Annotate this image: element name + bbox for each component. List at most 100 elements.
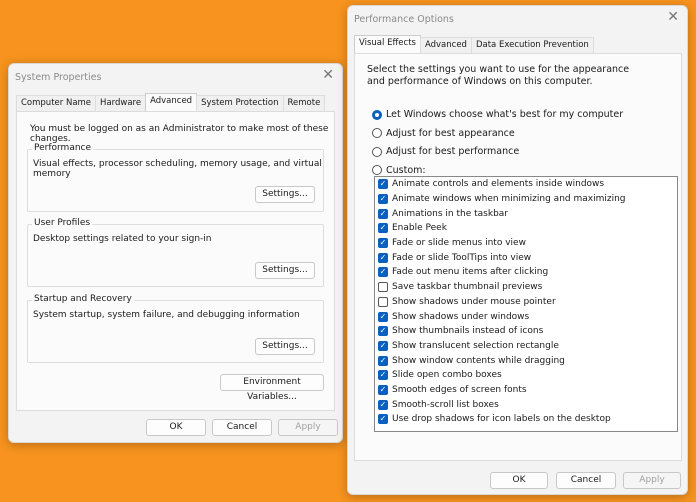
system-properties-window: System Properties ✕ Computer Name Hardwar… xyxy=(8,63,343,443)
checkbox-icon[interactable]: ✓ xyxy=(378,414,388,425)
checkbox-item[interactable]: ✓ Smooth edges of screen fonts xyxy=(375,383,677,398)
apply-button[interactable]: Apply xyxy=(278,419,338,436)
radio-option[interactable]: Let Windows choose what's best for my co… xyxy=(372,109,623,120)
radio-label: Let Windows choose what's best for my co… xyxy=(386,109,624,120)
checkbox-item[interactable]: ✓ Fade or slide menus into view xyxy=(375,236,677,251)
checkbox-item[interactable]: ✓ Animations in the taskbar xyxy=(375,206,677,221)
startup-settings-button[interactable]: Settings... xyxy=(255,338,315,355)
checkbox-label: Show thumbnails instead of icons xyxy=(392,326,544,337)
tab-panel: Select the settings you want to use for … xyxy=(354,53,682,461)
checkbox-item[interactable]: Show shadows under mouse pointer xyxy=(375,295,677,310)
radio-label: Adjust for best performance xyxy=(386,146,520,157)
group-text: Desktop settings related to your sign-in xyxy=(33,234,212,244)
checkbox-icon[interactable]: ✓ xyxy=(378,194,388,205)
environment-variables-button[interactable]: Environment Variables... xyxy=(220,374,324,402)
checkbox-label: Use drop shadows for icon labels on the … xyxy=(392,414,611,425)
checkbox-label: Show shadows under mouse pointer xyxy=(392,296,556,307)
description: Select the settings you want to use for … xyxy=(367,64,630,87)
checkbox-label: Fade or slide ToolTips into view xyxy=(392,252,532,263)
group-text: System startup, system failure, and debu… xyxy=(33,310,300,320)
checkbox-item[interactable]: ✓ Animate windows when minimizing and max… xyxy=(375,192,677,207)
tab-computer-name[interactable]: Computer Name xyxy=(16,95,97,111)
checkbox-item[interactable]: ✓ Enable Peek xyxy=(375,221,677,236)
ok-button[interactable]: OK xyxy=(146,419,206,436)
performance-options-window: Performance Options ✕ Visual Effects Adva… xyxy=(347,5,688,495)
checkbox-icon[interactable]: ✓ xyxy=(378,326,388,337)
checkbox-label: Smooth edges of screen fonts xyxy=(392,384,527,395)
close-icon[interactable]: ✕ xyxy=(667,9,679,25)
cancel-button[interactable]: Cancel xyxy=(556,472,616,489)
radio-button-icon[interactable] xyxy=(372,165,382,175)
checkbox-item[interactable]: ✓ Use drop shadows for icon labels on the… xyxy=(375,412,677,427)
tab-bar: Visual Effects Advanced Data Execution Pre… xyxy=(354,35,594,53)
checkbox-icon[interactable]: ✓ xyxy=(378,179,388,190)
checkbox-label: Animate windows when minimizing and maxi… xyxy=(392,194,626,205)
tab-advanced[interactable]: Advanced xyxy=(145,93,198,111)
checkbox-item[interactable]: ✓ Show thumbnails instead of icons xyxy=(375,324,677,339)
tab-visual-effects[interactable]: Visual Effects xyxy=(354,35,421,53)
tab-hardware[interactable]: Hardware xyxy=(95,95,147,111)
cancel-button[interactable]: Cancel xyxy=(212,419,272,436)
checkbox-item[interactable]: ✓ Show shadows under windows xyxy=(375,309,677,324)
performance-group: Performance Visual effects, processor sc… xyxy=(27,143,324,212)
checkbox-label: Show translucent selection rectangle xyxy=(392,340,559,351)
checkbox-icon[interactable]: ✓ xyxy=(378,208,388,219)
window-title: Performance Options xyxy=(354,14,454,25)
checkbox-label: Animate controls and elements inside win… xyxy=(392,179,605,190)
checkbox-icon[interactable]: ✓ xyxy=(378,384,388,395)
checkbox-icon[interactable]: ✓ xyxy=(378,252,388,263)
checkbox-label: Show shadows under windows xyxy=(392,311,530,322)
user-profiles-settings-button[interactable]: Settings... xyxy=(255,262,315,279)
checkbox-label: Slide open combo boxes xyxy=(392,370,502,381)
window-title: System Properties xyxy=(15,72,102,83)
tab-remote[interactable]: Remote xyxy=(282,95,326,111)
close-icon[interactable]: ✕ xyxy=(322,67,334,83)
checkbox-item[interactable]: ✓ Slide open combo boxes xyxy=(375,368,677,383)
checkbox-icon[interactable]: ✓ xyxy=(378,267,388,278)
radio-button-icon[interactable] xyxy=(372,109,382,120)
checkbox-icon[interactable]: ✓ xyxy=(378,340,388,351)
apply-button[interactable]: Apply xyxy=(623,472,681,489)
group-text: Visual effects, processor scheduling, me… xyxy=(33,159,322,179)
tab-advanced[interactable]: Advanced xyxy=(419,37,472,53)
checkbox-label: Animations in the taskbar xyxy=(392,208,509,219)
checkbox-item[interactable]: ✓ Fade or slide ToolTips into view xyxy=(375,250,677,265)
checkbox-icon[interactable]: ✓ xyxy=(378,355,388,366)
checkbox-item[interactable]: Save taskbar thumbnail previews xyxy=(375,280,677,295)
checkbox-icon[interactable]: ✓ xyxy=(378,370,388,381)
radio-option[interactable]: Adjust for best performance xyxy=(372,146,519,157)
radio-option[interactable]: Adjust for best appearance xyxy=(372,128,515,139)
radio-option[interactable]: Custom: xyxy=(372,165,426,176)
tab-data-execution-prevention[interactable]: Data Execution Prevention xyxy=(470,37,594,53)
checkbox-label: Fade out menu items after clicking xyxy=(392,267,549,278)
ok-button[interactable]: OK xyxy=(490,472,548,489)
checkbox-item[interactable]: ✓ Animate controls and elements inside wi… xyxy=(375,177,677,192)
checkbox-icon[interactable]: ✓ xyxy=(378,238,388,249)
checkbox-item[interactable]: ✓ Show window contents while dragging xyxy=(375,353,677,368)
checkbox-label: Enable Peek xyxy=(392,223,447,234)
checkbox-item[interactable]: ✓ Smooth-scroll list boxes xyxy=(375,397,677,412)
radio-button-icon[interactable] xyxy=(372,128,382,138)
tab-system-protection[interactable]: System Protection xyxy=(196,95,284,111)
checkbox-icon[interactable]: ✓ xyxy=(378,311,388,322)
checkbox-item[interactable]: ✓ Fade out menu items after clicking xyxy=(375,265,677,280)
radio-button-icon[interactable] xyxy=(372,146,382,157)
tab-panel: You must be logged on as an Administrato… xyxy=(16,111,335,411)
radio-label: Adjust for best appearance xyxy=(386,127,515,139)
checkbox-label: Save taskbar thumbnail previews xyxy=(392,282,543,293)
tab-bar: Computer Name Hardware Advanced System Prot… xyxy=(16,93,326,111)
checkbox-icon[interactable]: ✓ xyxy=(378,223,388,234)
visual-effects-list[interactable]: ✓ Animate controls and elements inside wi… xyxy=(374,176,678,432)
startup-recovery-group: Startup and Recovery System startup, sys… xyxy=(27,294,324,363)
user-profiles-group: User Profiles Desktop settings related t… xyxy=(27,218,324,287)
checkbox-icon[interactable]: ✓ xyxy=(378,399,388,410)
checkbox-icon[interactable] xyxy=(378,282,388,293)
performance-settings-button[interactable]: Settings... xyxy=(255,186,315,203)
admin-note: You must be logged on as an Administrato… xyxy=(30,124,329,144)
checkbox-icon[interactable] xyxy=(378,296,388,307)
group-label: User Profiles xyxy=(32,218,93,228)
checkbox-label: Smooth-scroll list boxes xyxy=(392,399,499,410)
group-label: Startup and Recovery xyxy=(32,294,134,304)
checkbox-label: Show window contents while dragging xyxy=(392,355,565,366)
checkbox-item[interactable]: ✓ Show translucent selection rectangle xyxy=(375,339,677,354)
